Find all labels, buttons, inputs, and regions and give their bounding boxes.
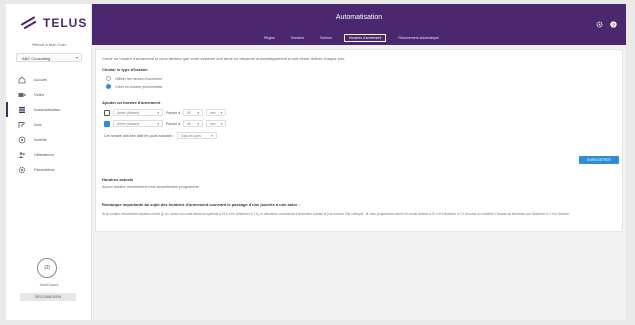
sidebar-item-activite[interactable]: Activité [6, 132, 92, 147]
sidebar-item-accueil[interactable]: Accueil [6, 72, 92, 87]
logout-button[interactable]: DÉCONNEXION [20, 293, 76, 301]
mode-select-value: Armer (Absent) [117, 121, 140, 126]
app-frame: TELUS Retour à Mon Coin ABC Consulting ▾… [6, 4, 626, 320]
option-custom-schedule[interactable]: Créer un horaire personnalisé [106, 84, 163, 89]
sidebar-item-parametres[interactable]: Paramètres [6, 162, 92, 177]
telus-logo-icon [20, 16, 40, 30]
tab-rearmement-automatique[interactable]: Réarmement automatique [394, 34, 442, 42]
remark-heading: Remarque importante au sujet des horaire… [102, 202, 300, 207]
type-heading: Choisir le type d'horaire [102, 67, 148, 72]
sidebar-item-label: Avis [34, 122, 42, 127]
hour-select-value: 00 [187, 121, 191, 126]
remark-text: Si un horaire d'armement dépasse minuit … [102, 212, 570, 216]
tab-horaires[interactable]: Horaires [287, 34, 308, 42]
back-link[interactable]: Retour à Mon Coin [6, 42, 92, 47]
company-select[interactable]: ABC Consulting ▾ [16, 53, 82, 62]
current-heading: Horaires actuels [102, 177, 134, 182]
help-icon[interactable]: ? [610, 15, 617, 33]
video-icon [18, 91, 26, 99]
chevron-down-icon: ▾ [157, 121, 159, 126]
logo-text: TELUS [43, 16, 88, 30]
sidebar-item-avis[interactable]: Avis [6, 117, 92, 132]
svg-text:?: ? [612, 22, 615, 28]
hour-select[interactable]: 00 ▾ [183, 120, 204, 127]
user-name: JeanDupont [39, 283, 59, 287]
chevron-down-icon: ▾ [75, 55, 78, 60]
tabs: Règles Horaires Scènes Horaires d'armeme… [260, 34, 443, 42]
tab-horaires-armement[interactable]: Horaires d'armement [343, 34, 387, 42]
avatar[interactable]: JD [37, 258, 57, 278]
header: Automatisation ? Règles Horaires Scènes … [92, 4, 626, 45]
schedule-row: Armer (Absent) ▾ Passer à 00 ▾ min ▾ [104, 109, 227, 116]
days-row: Cet horaire doit être actif les jours su… [104, 132, 217, 139]
sidebar-item-label: Automatisation [34, 107, 61, 112]
days-label: Cet horaire doit être actif les jours su… [104, 133, 174, 138]
sidebar-nav: Accueil Vidéo Automatisation Avis Activi… [6, 72, 92, 177]
mode-select[interactable]: Armer (Absent) ▾ [113, 120, 163, 127]
option-business-hours[interactable]: Utiliser les heures d'ouverture [106, 76, 162, 81]
sidebar-item-label: Vidéo [34, 92, 45, 97]
current-empty-text: Aucun horaire d'armement n'est actuellem… [102, 185, 200, 189]
sidebar-item-label: Paramètres [34, 167, 55, 172]
chevron-down-icon: ▾ [220, 121, 223, 126]
row-checkbox[interactable] [104, 109, 110, 116]
chevron-down-icon: ▾ [197, 121, 200, 126]
automation-icon [18, 106, 26, 114]
mode-select-value: Armer (Absent) [117, 110, 140, 115]
chevron-down-icon: ▾ [197, 110, 200, 115]
activity-icon [18, 136, 26, 144]
minute-select[interactable]: min ▾ [206, 120, 227, 127]
users-icon [18, 151, 26, 159]
intro-text: Créez un horaire d'armement si vous dési… [102, 56, 346, 61]
reviews-icon [18, 121, 26, 129]
tab-regles[interactable]: Règles [260, 34, 279, 42]
mode-select[interactable]: Armer (Absent) ▾ [113, 109, 163, 116]
home-icon [18, 75, 26, 84]
sidebar-item-label: Accueil [34, 77, 47, 82]
chevron-down-icon: ▾ [157, 110, 159, 115]
gear-icon[interactable] [596, 15, 603, 33]
tab-scenes[interactable]: Scènes [316, 34, 336, 42]
save-button[interactable]: ENREGISTRER [579, 156, 619, 164]
page-title: Automatisation [335, 14, 383, 21]
minute-select-value: min [210, 110, 216, 115]
minute-select-value: min [210, 121, 216, 126]
telus-logo[interactable]: TELUS [20, 14, 87, 32]
option-label: Créer un horaire personnalisé [115, 84, 163, 89]
schedule-row: Armer (Absent) ▾ Passer à 00 ▾ min ▾ [104, 120, 227, 127]
hour-select-value: 00 [187, 110, 191, 115]
sidebar: TELUS Retour à Mon Coin ABC Consulting ▾… [6, 4, 92, 320]
main-panel: Créez un horaire d'armement si vous dési… [95, 49, 623, 232]
hour-select[interactable]: 00 ▾ [183, 109, 204, 116]
minute-select[interactable]: min ▾ [206, 109, 227, 116]
chevron-down-icon: ▾ [220, 110, 223, 115]
days-select-value: Tous les jours [180, 133, 202, 138]
add-heading: Ajouter un horaire d'armement [102, 100, 161, 105]
row-checkbox[interactable] [104, 120, 110, 127]
sidebar-item-utilisateurs[interactable]: Utilisateurs [6, 147, 92, 162]
radio-custom-schedule[interactable] [106, 84, 111, 89]
radio-business-hours[interactable] [106, 76, 111, 81]
at-label: Passer à [166, 121, 181, 126]
at-label: Passer à [166, 110, 181, 115]
sidebar-item-video[interactable]: Vidéo [6, 87, 92, 102]
chevron-down-icon: ▾ [211, 133, 213, 138]
sidebar-item-label: Utilisateurs [34, 152, 54, 157]
header-icons: ? [596, 15, 617, 33]
settings-icon [18, 166, 26, 174]
company-select-value: ABC Consulting [22, 56, 51, 61]
days-select[interactable]: Tous les jours ▾ [176, 132, 217, 139]
sidebar-item-label: Activité [34, 137, 47, 142]
sidebar-item-automatisation[interactable]: Automatisation [6, 102, 92, 117]
option-label: Utiliser les heures d'ouverture [115, 76, 163, 81]
